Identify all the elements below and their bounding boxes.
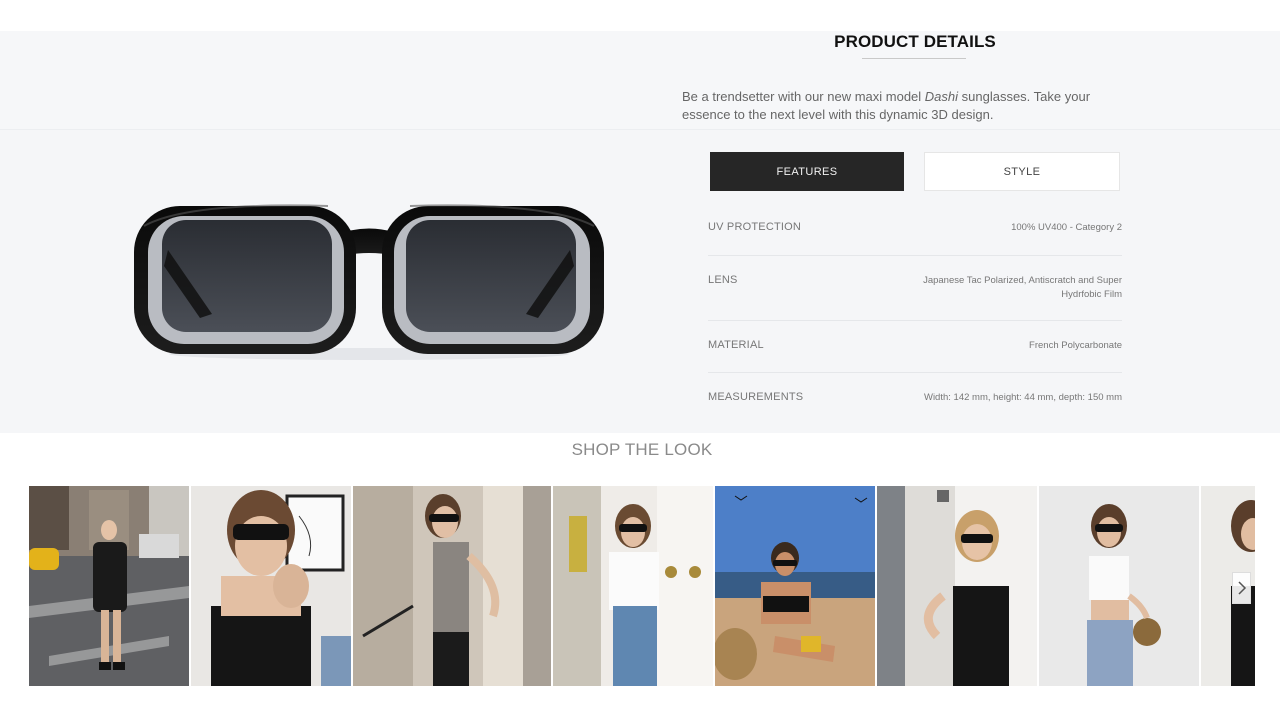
description-before: Be a trendsetter with our new maxi model: [682, 89, 925, 104]
spec-label: MATERIAL: [708, 339, 764, 351]
spec-label: MEASUREMENTS: [708, 391, 804, 403]
product-image-sunglasses: [128, 196, 610, 366]
spec-value: 100% UV400 - Category 2: [1011, 222, 1122, 233]
spec-label: LENS: [708, 274, 738, 286]
spec-value: Width: 142 mm, height: 44 mm, depth: 150…: [923, 392, 1122, 403]
spec-row-material: MATERIAL French Polycarbonate: [708, 339, 1122, 373]
tab-features[interactable]: FEATURES: [710, 152, 904, 191]
look-photo-3[interactable]: [353, 486, 551, 686]
gallery-next-button[interactable]: [1232, 572, 1251, 604]
spec-row-uv-protection: UV PROTECTION 100% UV400 - Category 2: [708, 221, 1122, 256]
spec-row-lens: LENS Japanese Tac Polarized, Antiscratch…: [708, 274, 1122, 321]
look-photo-6[interactable]: [877, 486, 1037, 686]
description-model-name: Dashi: [924, 89, 959, 104]
product-description: Be a trendsetter with our new maxi model…: [682, 88, 1142, 124]
look-photo-2[interactable]: [191, 486, 351, 686]
chevron-right-icon: [1237, 581, 1246, 595]
spec-label: UV PROTECTION: [708, 221, 802, 233]
spec-value: Japanese Tac Polarized, Antiscratch and …: [923, 275, 1122, 300]
shop-the-look-title: SHOP THE LOOK: [571, 440, 713, 459]
look-photo-1[interactable]: [29, 486, 189, 686]
title-underline: [862, 58, 966, 59]
product-page: PRODUCT DETAILS Be a trendsetter with ou…: [0, 0, 1280, 720]
look-photo-5[interactable]: [715, 486, 875, 686]
spec-row-measurements: MEASUREMENTS Width: 142 mm, height: 44 m…: [708, 391, 1122, 425]
tab-style[interactable]: STYLE: [924, 152, 1120, 191]
look-photo-4[interactable]: [553, 486, 713, 686]
shop-the-look-gallery: [29, 486, 1255, 686]
product-details-title: PRODUCT DETAILS: [834, 32, 996, 51]
spec-value: French Polycarbonate: [1029, 340, 1122, 351]
look-photo-7[interactable]: [1039, 486, 1199, 686]
